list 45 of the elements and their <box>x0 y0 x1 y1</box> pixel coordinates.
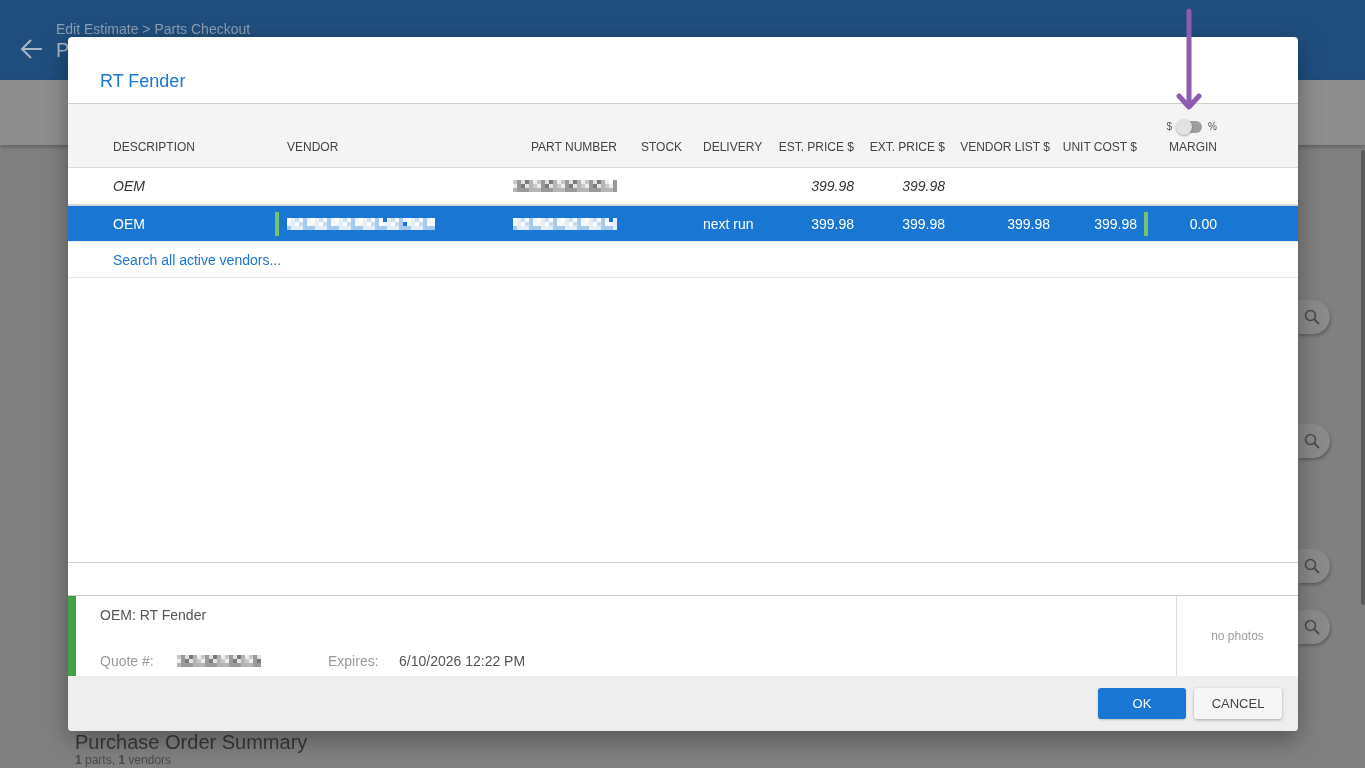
column-header: STOCK <box>641 140 683 154</box>
page-title: P <box>56 38 70 62</box>
table-row[interactable]: OEM next run 399.98 399.98 399.98 399.98 0.00 <box>68 206 1298 242</box>
column-header: UNIT COST $ <box>1062 140 1137 154</box>
ok-button[interactable]: OK <box>1098 688 1186 719</box>
table-cell: 399.98 <box>902 178 945 194</box>
cancel-button[interactable]: CANCEL <box>1194 688 1282 719</box>
expires-label: Expires: <box>328 653 380 669</box>
table-cell: 399.98 <box>1007 215 1050 232</box>
breadcrumb[interactable]: Edit Estimate > Parts Checkout <box>56 20 251 38</box>
section-heading: Purchase Order Summary <box>75 731 308 753</box>
column-header: EST. PRICE $ <box>778 140 854 154</box>
table-cell: 399.98 <box>811 215 854 232</box>
quote-label: Quote #: <box>100 653 155 669</box>
table-cell: next run <box>703 215 754 232</box>
expires-value: 6/10/2026 12:22 PM <box>399 653 526 669</box>
toggle-label: % <box>1208 121 1217 133</box>
part-title: OEM: RT Fender <box>100 607 207 623</box>
column-header: MARGIN <box>1169 140 1217 154</box>
search-button[interactable] <box>1298 424 1330 458</box>
search-icon <box>1304 619 1320 635</box>
search-vendors-link[interactable]: Search all active vendors... <box>113 251 282 268</box>
table-cell: OEM <box>113 178 145 194</box>
column-header: EXT. PRICE $ <box>869 140 945 154</box>
search-icon <box>1304 309 1320 325</box>
no-photos-text: no photos <box>1211 629 1264 643</box>
search-icon <box>1304 433 1320 449</box>
search-button[interactable] <box>1298 300 1330 334</box>
column-header: PART NUMBER <box>531 140 617 154</box>
column-header: DESCRIPTION <box>113 140 195 154</box>
table-cell: 399.98 <box>1094 215 1137 232</box>
table-cell: OEM <box>113 215 145 232</box>
column-header: DELIVERY <box>703 140 763 154</box>
back-arrow-icon[interactable] <box>20 37 44 61</box>
scrollbar[interactable] <box>1361 150 1365 605</box>
search-button[interactable] <box>1298 549 1330 583</box>
table-cell: 399.98 <box>902 215 945 232</box>
table-cell: 0.00 <box>1189 215 1217 232</box>
search-button[interactable] <box>1298 610 1330 644</box>
column-header: VENDOR <box>287 140 339 154</box>
search-icon <box>1304 558 1320 574</box>
table-cell: 399.98 <box>811 178 854 194</box>
dialog-title: RT Fender <box>100 70 186 92</box>
toggle-label: $ <box>1166 121 1173 133</box>
column-header: VENDOR LIST $ <box>960 140 1050 154</box>
